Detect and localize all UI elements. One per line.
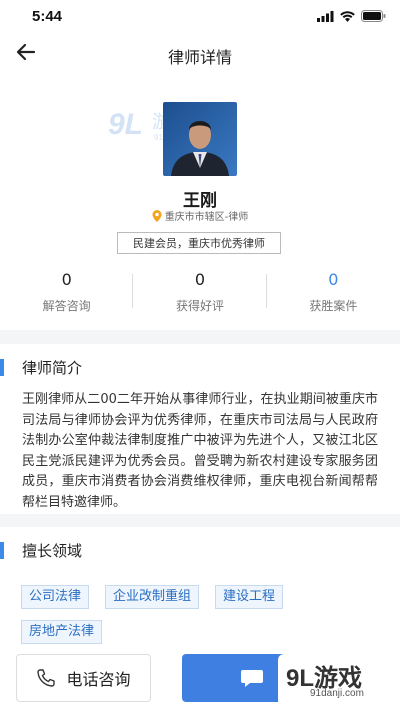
status-icons	[317, 10, 386, 22]
battery-icon	[361, 10, 386, 22]
profile-card: 9L 游戏 91danji.com 王刚 重庆市市辖区-律师 民建会员，重庆市优…	[0, 74, 400, 330]
section-header: 律师简介	[0, 344, 400, 390]
status-time: 5:44	[32, 8, 63, 25]
expertise-tag[interactable]: 房地产法律	[21, 620, 103, 644]
stat-won-cases[interactable]: 0 获胜案件	[267, 264, 400, 320]
section-accent-bar	[0, 542, 4, 559]
avatar-portrait	[163, 102, 237, 176]
expertise-tag[interactable]: 公司法律	[21, 585, 90, 609]
phone-consult-label: 电话咨询	[66, 670, 131, 689]
wifi-icon	[340, 10, 355, 22]
stat-value: 0	[194, 270, 206, 289]
phone-consult-button[interactable]: 电话咨询	[16, 654, 151, 702]
svg-text:9L: 9L	[108, 108, 143, 141]
lawyer-location: 重庆市市辖区-律师	[0, 208, 400, 223]
stat-good-reviews[interactable]: 0 获得好评	[133, 264, 267, 320]
stat-label: 解答咨询	[42, 299, 91, 313]
location-text: 重庆市市辖区-律师	[164, 212, 249, 223]
section-accent-bar	[0, 359, 4, 376]
stat-value: 0	[61, 270, 72, 289]
site-logo-url: 91danji.com	[310, 688, 364, 699]
intro-section: 律师简介 王刚律师从二00二年开始从事律师行业，在执业期间被重庆市司法局与律师协…	[0, 344, 400, 514]
intro-text: 王刚律师从二00二年开始从事律师行业，在执业期间被重庆市司法局与律师协会评为优秀…	[22, 392, 378, 510]
signal-icon	[317, 10, 334, 22]
expertise-tag[interactable]: 建设工程	[215, 585, 284, 609]
stat-consultations[interactable]: 0 解答咨询	[0, 264, 134, 320]
stats-row: 0 解答咨询 0 获得好评 0 获胜案件	[0, 264, 400, 320]
section-header: 擅长领域	[0, 527, 400, 573]
page-title: 律师详情	[167, 48, 232, 67]
phone-icon	[37, 669, 56, 687]
status-bar: 5:44	[0, 0, 400, 34]
chat-icon	[241, 670, 263, 687]
nav-bar: 律师详情	[0, 34, 400, 74]
stat-value: 0	[328, 270, 339, 289]
stat-label: 获得好评	[175, 299, 224, 313]
lawyer-honors-tag: 民建会员，重庆市优秀律师	[117, 232, 281, 254]
section-title: 律师简介	[22, 359, 83, 377]
expertise-tag[interactable]: 企业改制重组	[105, 585, 200, 609]
stat-label: 获胜案件	[309, 299, 358, 313]
site-logo: 9L游戏 91danji.com	[278, 654, 400, 706]
location-pin-icon	[152, 209, 162, 222]
section-title: 擅长领域	[22, 542, 83, 560]
lawyer-avatar	[163, 102, 237, 176]
